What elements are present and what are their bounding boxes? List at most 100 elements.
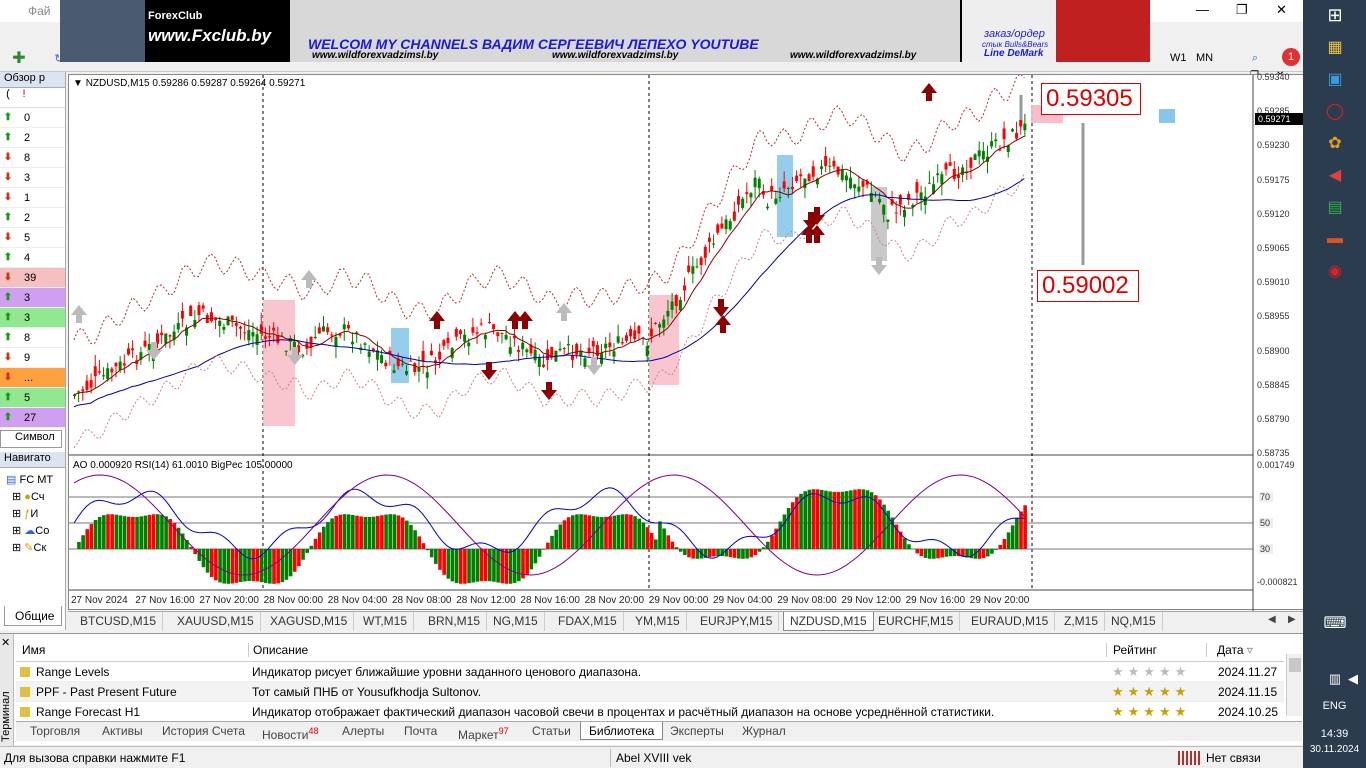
chart-header: ▼ NZDUSD,M15 0.59286 0.59287 0.59264 0.5… (73, 78, 306, 89)
chart-tab[interactable]: EURJPY,M15 (694, 612, 780, 631)
market-watch-row[interactable]: ⬇ 9 (0, 348, 65, 368)
tabs-scroll-right-icon[interactable]: ▶ (1288, 614, 1296, 625)
speaker-app-icon[interactable]: ◀ (1323, 164, 1347, 186)
keyboard-icon[interactable]: ⌨ (1323, 612, 1347, 634)
market-watch-row[interactable]: ⬆ 2 (0, 128, 65, 148)
status-profile[interactable]: Abel XVIII vek (616, 751, 691, 765)
col-date[interactable]: Дата ▿ (1206, 642, 1284, 657)
tabs-scroll-left-icon[interactable]: ◀ (1268, 614, 1276, 625)
market-watch-row[interactable]: ⬆ 3 (0, 288, 65, 308)
maximize-button[interactable]: ❐ (1236, 2, 1248, 18)
nav-experts[interactable]: ⊞ ☁Со (6, 523, 65, 540)
chart-tab[interactable]: BTCUSD,M15 (74, 612, 164, 631)
app-icon[interactable]: ▣ (1323, 68, 1347, 90)
menu-file[interactable]: Фай (28, 4, 51, 18)
level-low-box[interactable]: 0.59002 (1037, 270, 1139, 302)
terminal-tab[interactable]: История Счета (154, 722, 253, 740)
market-watch-row[interactable]: ⬆ 5 (0, 388, 65, 408)
banner-right: заказ/ордер стык Bulls&Bears Line DeMark (962, 0, 1150, 62)
nav-accounts[interactable]: ⊞ ●Сч (6, 489, 65, 506)
chart-tab[interactable]: XAUUSD,M15 (171, 612, 261, 631)
terminal-tab[interactable]: Торговля (22, 722, 88, 740)
terminal-scroll-thumb[interactable] (1289, 658, 1301, 672)
recorder-icon[interactable]: ▬ (1323, 228, 1347, 250)
chart-tab[interactable]: NZDUSD,M15 (783, 612, 874, 631)
chart-tab[interactable]: Z,M15 (1058, 612, 1106, 631)
explorer-icon[interactable]: ▦ (1323, 36, 1347, 58)
terminal-tab[interactable]: Новости48 (254, 722, 326, 742)
candle-body (537, 357, 541, 367)
terminal-tab[interactable]: Журнал (734, 722, 794, 740)
col-description[interactable]: Описание (248, 642, 1106, 657)
terminal-tab[interactable]: Статьи (524, 722, 579, 740)
library-row[interactable]: PPF - Past Present Future Тот самый ПНБ о… (16, 682, 1284, 702)
market-watch-row[interactable]: ⬇ 8 (0, 148, 65, 168)
language-indicator[interactable]: ENG (1303, 700, 1366, 712)
new-order-icon[interactable]: ✚ (8, 48, 30, 68)
tf-mn[interactable]: MN (1196, 52, 1213, 64)
terminal-scrollbar[interactable] (1286, 654, 1302, 716)
volume-icon[interactable]: ◀ (1341, 668, 1365, 690)
clock-time[interactable]: 14:39 (1303, 728, 1366, 740)
terminal-tab[interactable]: Почта (396, 722, 445, 740)
col-name[interactable]: Имя (16, 643, 248, 657)
nav-root[interactable]: ▤ FC MT (6, 472, 65, 489)
tab-symbols[interactable]: Символ (0, 430, 62, 448)
chart-canvas[interactable] (69, 72, 1305, 611)
candle-body (562, 348, 566, 350)
market-watch-row[interactable]: ⬆ 2 (0, 208, 65, 228)
market-watch-row[interactable]: ⬇ 3 (0, 168, 65, 188)
paint-icon[interactable]: ✿ (1323, 132, 1347, 154)
chart-tab[interactable]: NG,M15 (487, 612, 545, 631)
nav-indicators[interactable]: ⊞ ƒИ (6, 506, 65, 523)
chart-tab[interactable]: BRN,M15 (422, 612, 488, 631)
mw-header-icon-2[interactable]: ! (16, 88, 32, 107)
chart-tab[interactable]: XAGUSD,M15 (264, 612, 355, 631)
chart-tab[interactable]: EURAUD,M15 (965, 612, 1056, 631)
ao-histogram-bar (840, 491, 845, 549)
terminal-tab[interactable]: Активы (94, 722, 151, 740)
ao-histogram-bar (421, 543, 426, 549)
tab-common[interactable]: Общие (4, 606, 62, 626)
market-watch-row[interactable]: ⬇... (0, 368, 65, 388)
chart-tab[interactable]: WT,M15 (357, 612, 415, 631)
market-watch-row[interactable]: ⬆ 8 (0, 328, 65, 348)
opera-icon[interactable]: ◯ (1323, 100, 1347, 122)
ao-histogram-bar (367, 516, 372, 549)
minimize-button[interactable]: — (1196, 2, 1209, 17)
terminal-tab[interactable]: Алерты (334, 722, 392, 740)
close-button[interactable]: ✕ (1276, 2, 1287, 18)
calculator-icon[interactable]: ▤ (1323, 196, 1347, 218)
market-watch-row[interactable]: ⬆ 3 (0, 308, 65, 328)
search-icon[interactable]: ⌕ (1244, 48, 1266, 68)
market-watch-row[interactable]: ⬆ 27 (0, 408, 65, 428)
col-rating[interactable]: Рейтинг (1106, 642, 1206, 657)
terminal-tab[interactable]: Маркет97 (450, 722, 517, 742)
library-row[interactable]: Range Levels Индикатор рисует ближайшие у… (16, 662, 1284, 682)
chart-tab[interactable]: NQ,M15 (1105, 612, 1163, 631)
candle-body (147, 343, 151, 350)
terminal-tab[interactable]: Библиотека (580, 722, 664, 740)
level-high-box[interactable]: 0.59305 (1041, 83, 1141, 115)
nav-scripts[interactable]: ⊞ ✎Ск (6, 540, 65, 557)
record-icon[interactable]: ◉ (1323, 260, 1347, 282)
market-watch-row[interactable]: ⬇ 39 (0, 268, 65, 288)
windows-start-icon[interactable]: ⊞ (1323, 4, 1347, 26)
tf-w1[interactable]: W1 (1170, 52, 1187, 64)
market-watch-row[interactable]: ⬆ 4 (0, 248, 65, 268)
mw-header-icon-1[interactable]: ( (0, 88, 16, 107)
terminal-tab[interactable]: Эксперты (662, 722, 732, 740)
market-watch-row[interactable]: ⬇ 5 (0, 228, 65, 248)
clock-date[interactable]: 30.11.2024 (1303, 744, 1366, 755)
notification-badge[interactable]: 1 (1282, 48, 1300, 66)
chart-tab[interactable]: FDAX,M15 (552, 612, 624, 631)
price-scale[interactable]: 0.59340 0.59285 0.59230 0.59175 0.59120 0.590… (1253, 72, 1305, 611)
market-watch-row[interactable]: ⬇ 1 (0, 188, 65, 208)
chart-tab[interactable]: YM,M15 (629, 612, 687, 631)
terminal-close-icon[interactable]: ✕ (1, 636, 10, 649)
chart-tab[interactable]: EURCHF,M15 (872, 612, 961, 631)
price-chart[interactable]: ▼ NZDUSD,M15 0.59286 0.59287 0.59264 0.5… (68, 72, 1305, 611)
library-row[interactable]: Range Forecast H1 Индикатор отображает фа… (16, 702, 1284, 722)
market-watch-row[interactable]: ⬆ 0 (0, 108, 65, 128)
ao-histogram-bar (832, 491, 837, 549)
